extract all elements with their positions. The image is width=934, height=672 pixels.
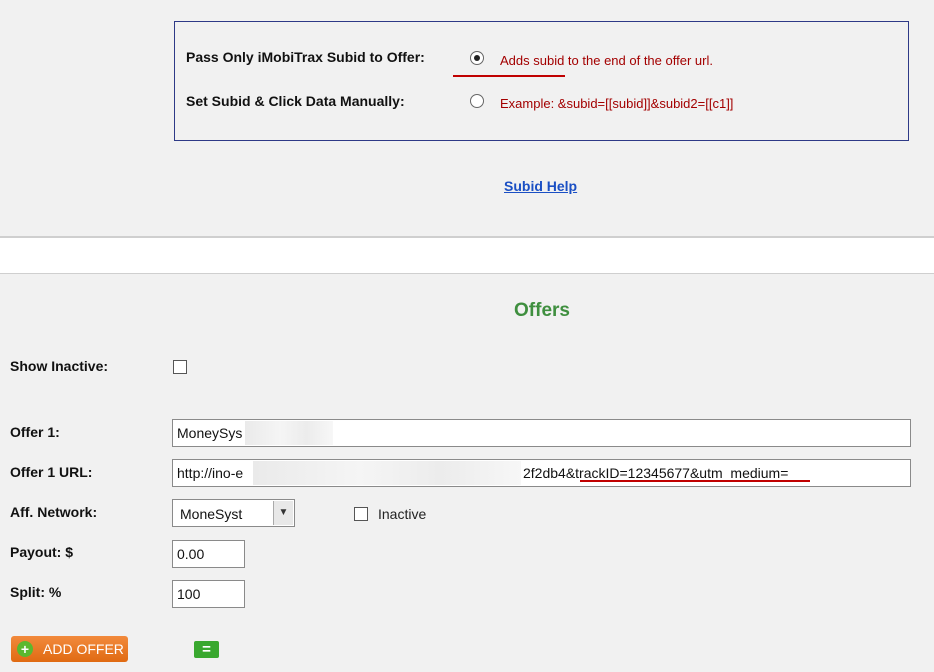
aff-network-label: Aff. Network: <box>10 504 98 520</box>
offers-heading: Offers <box>514 300 570 321</box>
equals-icon[interactable]: = <box>194 641 219 658</box>
manual-subid-radio[interactable] <box>470 94 484 108</box>
radio-selected-dot <box>474 55 480 61</box>
manual-subid-label: Set Subid & Click Data Manually: <box>186 93 405 109</box>
offer-name-value: MoneySys <box>177 425 243 441</box>
pass-only-subid-description: Adds subid to the end of the offer url. <box>500 53 713 68</box>
annotation-underline <box>453 75 565 77</box>
inactive-checkbox[interactable] <box>354 507 368 521</box>
annotation-underline <box>580 480 810 482</box>
pass-only-subid-label: Pass Only iMobiTrax Subid to Offer: <box>186 49 425 65</box>
offer-url-label: Offer 1 URL: <box>10 464 93 480</box>
add-offer-label: ADD OFFER <box>43 641 124 657</box>
inactive-label: Inactive <box>378 506 427 522</box>
section-divider <box>0 236 934 274</box>
pass-only-subid-radio[interactable] <box>470 51 484 65</box>
payout-label: Payout: $ <box>10 544 74 560</box>
payout-input[interactable] <box>172 540 245 568</box>
redacted-region <box>253 461 521 485</box>
subid-help-link[interactable]: Subid Help <box>504 178 577 194</box>
offer-name-input[interactable]: MoneySys <box>172 419 911 447</box>
offer-url-input[interactable]: http://ino-e 2f2db4&trackID=12345677&utm… <box>172 459 911 487</box>
split-input[interactable] <box>172 580 245 608</box>
subid-options-panel: Pass Only iMobiTrax Subid to Offer: Adds… <box>174 21 909 141</box>
plus-circle-icon: + <box>17 641 33 657</box>
offer-url-prefix: http://ino-e <box>177 465 244 481</box>
aff-network-select[interactable]: MoneSyst ▼ <box>172 499 295 527</box>
redacted-region <box>245 421 333 445</box>
offer-url-suffix: 2f2db4&trackID=12345677&utm_medium= <box>523 465 789 481</box>
chevron-down-icon[interactable]: ▼ <box>273 501 293 525</box>
add-offer-button[interactable]: + ADD OFFER <box>11 636 128 662</box>
aff-network-selected-value: MoneSyst <box>180 506 243 522</box>
show-inactive-label: Show Inactive: <box>10 358 109 374</box>
manual-subid-description: Example: &subid=[[subid]]&subid2=[[c1]] <box>500 96 734 111</box>
split-label: Split: % <box>10 584 62 600</box>
show-inactive-checkbox[interactable] <box>173 360 187 374</box>
offer-name-label: Offer 1: <box>10 424 60 440</box>
